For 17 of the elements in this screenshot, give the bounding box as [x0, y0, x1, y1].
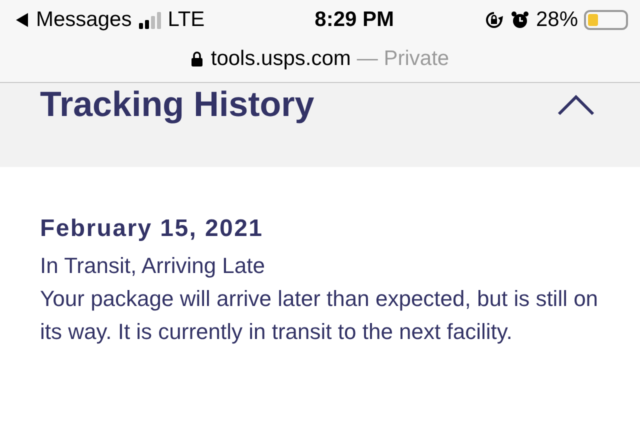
rotation-lock-icon — [484, 10, 504, 30]
battery-icon — [584, 10, 628, 30]
clock: 8:29 PM — [314, 8, 394, 32]
private-label: — Private — [356, 47, 450, 71]
event-status: In Transit, Arriving Late — [40, 252, 266, 280]
back-icon[interactable] — [14, 12, 30, 28]
event-date: February 15, 2021 — [40, 215, 264, 243]
signal-icon — [138, 11, 162, 29]
lock-icon — [190, 51, 203, 67]
battery-percent: 28% — [536, 8, 578, 32]
alarm-icon — [510, 10, 530, 30]
collapse-chevron-icon[interactable] — [556, 93, 596, 117]
network-label: LTE — [168, 8, 205, 32]
url-domain[interactable]: tools.usps.com — [210, 47, 351, 71]
section-title: Tracking History — [40, 85, 314, 125]
back-label[interactable]: Messages — [36, 8, 132, 32]
event-description: Your package will arrive later than expected, but is still on its way. It is currently in transit to the next facility. — [40, 285, 600, 346]
